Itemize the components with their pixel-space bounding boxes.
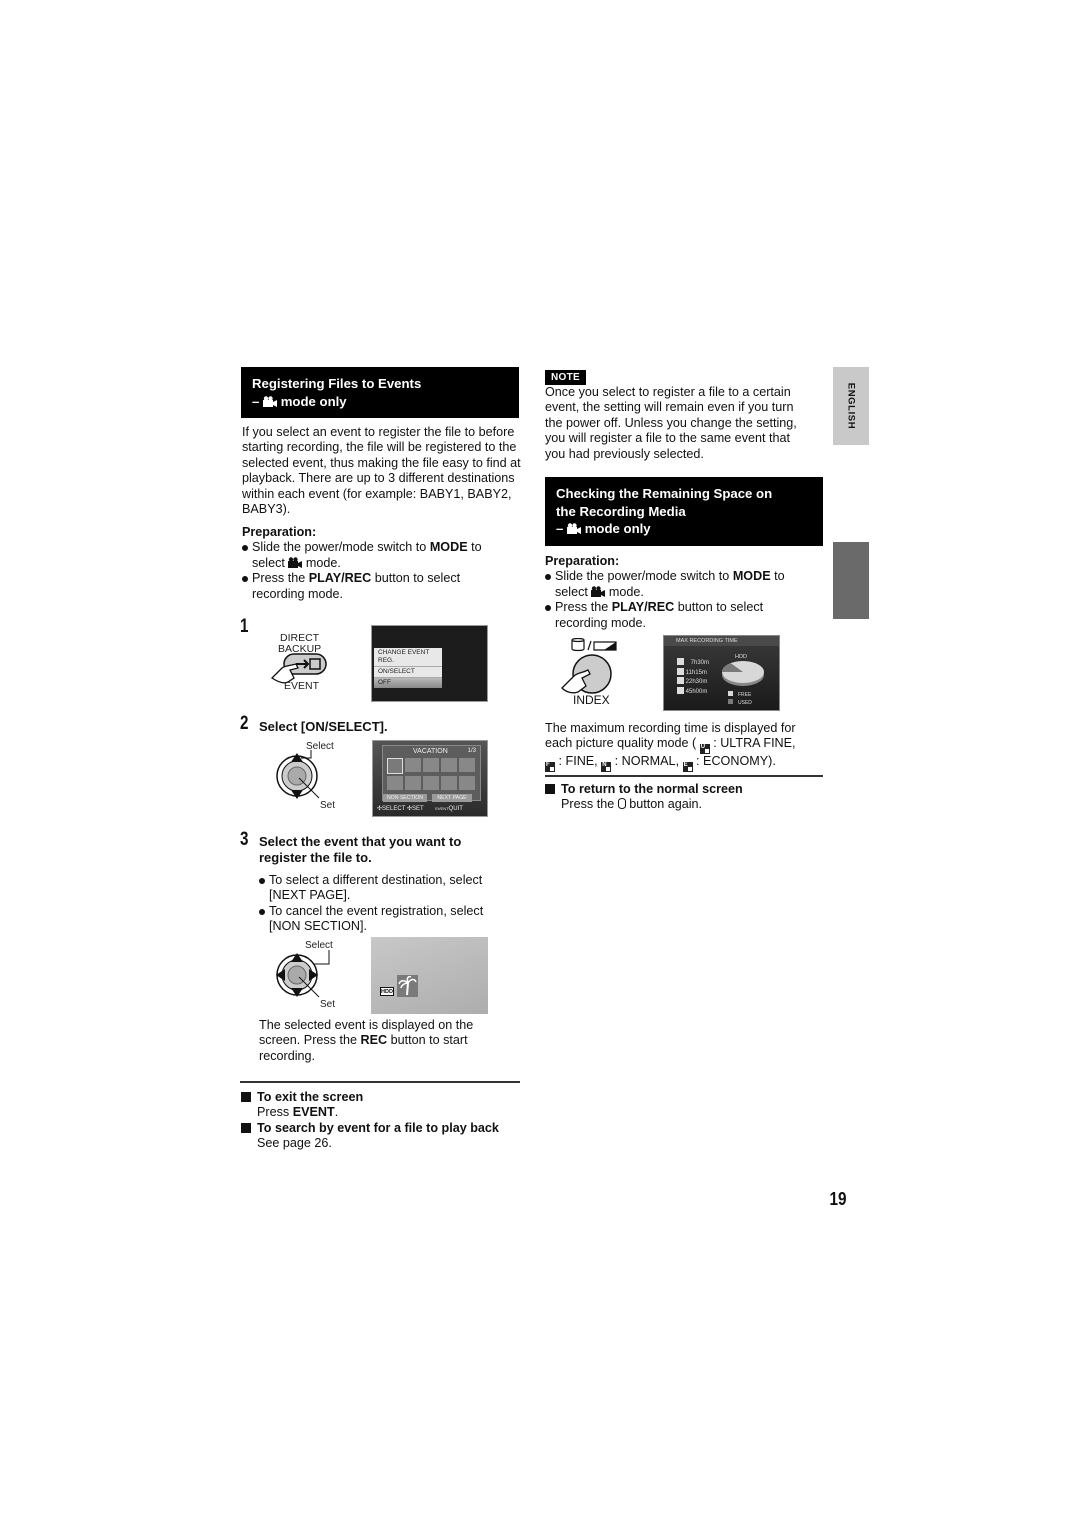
menu-item-on-select[interactable]: ON/SELECT (374, 667, 442, 678)
menu-item-change-event-reg[interactable]: CHANGE EVENT REG. (374, 648, 442, 667)
square-bullet-icon (545, 784, 555, 794)
event-icon-birthday[interactable] (441, 776, 457, 790)
time-row-normal: 22h30m (677, 677, 709, 687)
hdd-usage-pie (722, 661, 764, 686)
hdd-button-icon (617, 798, 626, 810)
step-3-description: The selected event is displayed on the s… (259, 1018, 474, 1063)
screen-title: MAX RECORDING TIME (676, 638, 738, 644)
preparation-block-left: Preparation: Slide the power/mode switch… (242, 525, 522, 602)
step-3-bullet-non-section: To cancel the event registration, select… (259, 904, 521, 935)
next-page-button[interactable]: NEXT PAGE (432, 794, 472, 802)
language-tab-english[interactable]: ENGLISH (833, 367, 869, 445)
event-page-indicator: 1/3 (467, 748, 476, 754)
step-1-number: 1 (240, 616, 249, 637)
preparation-bullet-2: Press the PLAY/REC button to select reco… (545, 600, 825, 631)
event-menu: CHANGE EVENT REG. ON/SELECT OFF (374, 648, 442, 688)
camera-screen-vacation: VACATION 1/3 NON SECTION NEXT PAGE ✣SELE… (372, 740, 488, 817)
screen-footer: ✣SELECT ✣SET EVENTQUIT (377, 806, 463, 812)
dial-set-label: Set (320, 800, 336, 811)
see-page-link: See page 26. (257, 1136, 332, 1151)
step-3-bullet-next-page: To select a different destination, selec… (259, 873, 521, 904)
event-icon-flowers[interactable] (441, 758, 457, 772)
video-camera-icon (591, 586, 606, 597)
direct-backup-event-button-illustration: DIRECT BACKUP EVENT (270, 632, 332, 694)
section-title-line1: Registering Files to Events (252, 376, 422, 391)
divider-left (240, 1081, 520, 1083)
normal-quality-icon: N (601, 762, 612, 773)
menu-item-off-selected[interactable]: OFF (374, 678, 442, 688)
note-body: Once you select to register a file to a … (545, 385, 797, 461)
event-label: EVENT (284, 680, 320, 692)
page-number: 19 (829, 1189, 847, 1209)
video-camera-icon (288, 557, 303, 568)
preparation-bullet-2: Press the PLAY/REC button to select reco… (242, 571, 522, 602)
exit-screen-block: To exit the screen Press EVENT. To searc… (241, 1090, 526, 1152)
dash: – (252, 393, 260, 409)
note-tag: NOTE (545, 367, 586, 385)
index-label: INDEX (573, 693, 610, 707)
step-3-number: 3 (240, 829, 249, 850)
event-icon-graduation[interactable] (405, 758, 421, 772)
recording-time-list: 7h30m 11h15m 22h30m 45h00m (677, 658, 709, 696)
return-normal-screen-block: To return to the normal screen Press the… (545, 782, 830, 813)
event-title: VACATION (413, 748, 448, 755)
camera-screen-selected-event: HDD (371, 937, 488, 1014)
camera-screen-event-menu: CHANGE EVENT REG. ON/SELECT OFF (371, 625, 488, 702)
step-2-title: Select [ON/SELECT]. (259, 719, 388, 734)
ultra-fine-quality-icon: U (699, 744, 710, 755)
chapter-tab[interactable] (833, 542, 869, 619)
event-icon-child[interactable] (405, 776, 421, 790)
max-recording-description: The maximum recording time is displayed … (545, 721, 830, 773)
step-2-number: 2 (240, 713, 249, 734)
preparation-bullet-1: Slide the power/mode switch to MODE to s… (242, 540, 522, 571)
dial-set-label-2: Set (320, 999, 336, 1010)
pie-legend: FREE USED (728, 691, 752, 707)
fine-quality-icon: F (545, 762, 555, 773)
event-icon-pet[interactable] (423, 776, 439, 790)
event-icon-beach[interactable] (387, 758, 403, 774)
palm-tree-event-icon (397, 975, 418, 997)
section-header-remaining-space: Checking the Remaining Space on the Reco… (545, 477, 823, 546)
section-header-registering-files: Registering Files to Events – mode only (241, 367, 519, 418)
time-row-economy: 45h00m (677, 686, 709, 697)
event-icon-party[interactable] (459, 758, 475, 772)
economy-quality-icon: E (682, 762, 693, 773)
preparation-block-right: Preparation: Slide the power/mode switch… (545, 554, 825, 631)
video-camera-icon (567, 523, 582, 534)
time-row-ultra-fine: 7h30m (677, 658, 709, 668)
intro-paragraph: If you select an event to register the f… (242, 425, 521, 517)
preparation-label: Preparation: (242, 525, 317, 539)
event-icon-baby[interactable] (387, 776, 403, 790)
non-section-button[interactable]: NON SECTION (383, 794, 427, 802)
control-dial-up-down-icon (276, 750, 320, 799)
preparation-bullet-1: Slide the power/mode switch to MODE to s… (545, 569, 825, 600)
control-dial-four-way-icon (276, 950, 330, 998)
time-row-fine: 11h15m (677, 667, 709, 678)
video-camera-icon (263, 395, 278, 407)
square-bullet-icon (241, 1122, 251, 1133)
square-bullet-icon (241, 1092, 251, 1102)
hdd-badge: HDD (380, 987, 394, 996)
step-3-title: Select the event that you want to regist… (259, 834, 462, 865)
camera-screen-max-recording-time: MAX RECORDING TIME HDD 7h30m 11h15m 22h3… (663, 635, 780, 711)
event-icon-family[interactable] (459, 776, 475, 790)
event-icon-sports[interactable] (423, 758, 439, 772)
divider-right (545, 775, 823, 777)
index-button-hand-icon (561, 638, 617, 694)
mode-only-label: mode only (280, 393, 347, 409)
event-icon-grid (387, 758, 479, 790)
